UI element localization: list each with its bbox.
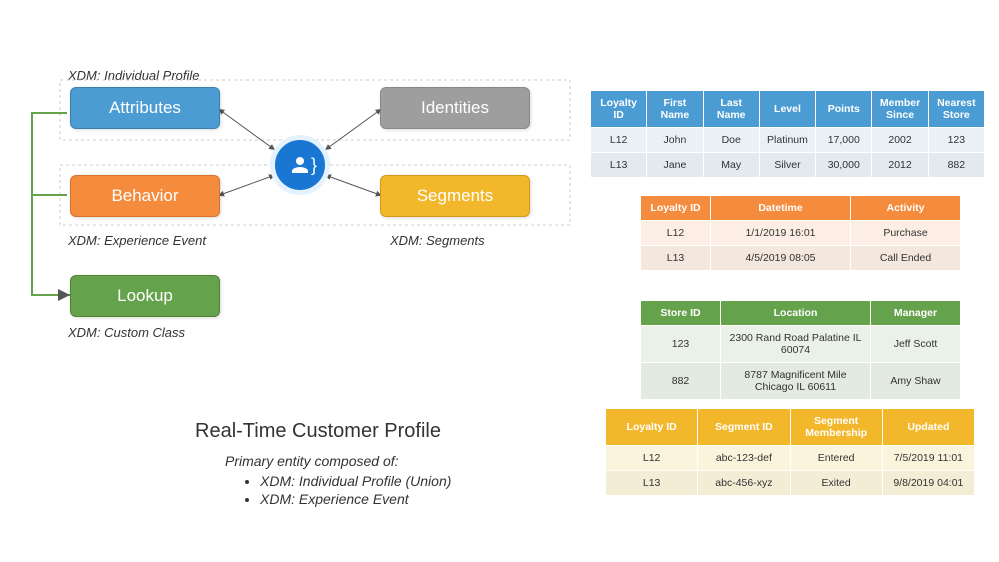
table-row: L12 abc-123-def Entered 7/5/2019 11:01 [606,446,975,471]
bullet-item: XDM: Experience Event [260,491,595,507]
box-attributes: Attributes [70,87,220,129]
box-identities-label: Identities [421,98,489,118]
page-title: Real-Time Customer Profile [195,420,595,443]
th: Updated [882,409,974,446]
table-row: L13 abc-456-xyz Exited 9/8/2019 04:01 [606,471,975,496]
box-segments: Segments [380,175,530,217]
th: Nearest Store [928,91,984,128]
th: Points [816,91,872,128]
td: 2002 [872,128,928,153]
td: Jeff Scott [871,326,961,363]
td: 17,000 [816,128,872,153]
th: Member Since [872,91,928,128]
td: Call Ended [851,246,961,271]
td: 4/5/2019 08:05 [711,246,851,271]
profile-icon: } [270,135,330,195]
td: 2012 [872,153,928,178]
label-segments: XDM: Segments [390,233,485,248]
td: May [703,153,759,178]
td: Doe [703,128,759,153]
td: L12 [641,221,711,246]
bullet-item: XDM: Individual Profile (Union) [260,473,595,489]
td: L12 [606,446,698,471]
th: Loyalty ID [641,196,711,221]
td: L13 [591,153,647,178]
table-segment: Loyalty ID Segment ID Segment Membership… [605,408,975,496]
brace-icon: } [311,155,317,176]
td: John [647,128,703,153]
td: Jane [647,153,703,178]
td: 123 [641,326,721,363]
table-row: L12 1/1/2019 16:01 Purchase [641,221,961,246]
box-lookup-label: Lookup [117,286,173,306]
td: Amy Shaw [871,363,961,400]
td: 8787 Magnificent Mile Chicago IL 60611 [721,363,871,400]
td: L12 [591,128,647,153]
td: abc-456-xyz [698,471,790,496]
th: Segment Membership [790,409,882,446]
th: Manager [871,301,961,326]
th: Loyalty ID [606,409,698,446]
table-row: L13 4/5/2019 08:05 Call Ended [641,246,961,271]
th: Activity [851,196,961,221]
table-row: 123 2300 Rand Road Palatine IL 60074 Jef… [641,326,961,363]
subtitle: Primary entity composed of: [225,453,595,469]
table-row: 882 8787 Magnificent Mile Chicago IL 606… [641,363,961,400]
th: Datetime [711,196,851,221]
th: First Name [647,91,703,128]
td: Silver [759,153,815,178]
label-custom: XDM: Custom Class [68,325,185,340]
td: 1/1/2019 16:01 [711,221,851,246]
td: L13 [641,246,711,271]
th: Location [721,301,871,326]
th: Last Name [703,91,759,128]
th: Store ID [641,301,721,326]
td: Exited [790,471,882,496]
td: L13 [606,471,698,496]
td: 123 [928,128,984,153]
diagram: Attributes Identities Behavior Segments … [20,55,580,355]
box-behavior-label: Behavior [111,186,178,206]
table-store: Store ID Location Manager 123 2300 Rand … [640,300,961,400]
td: Entered [790,446,882,471]
table-row: L13 Jane May Silver 30,000 2012 882 [591,153,985,178]
box-identities: Identities [380,87,530,129]
box-segments-label: Segments [417,186,494,206]
th: Loyalty ID [591,91,647,128]
heading-block: Real-Time Customer Profile Primary entit… [195,420,595,509]
table-activity: Loyalty ID Datetime Activity L12 1/1/201… [640,195,961,271]
table-row: L12 John Doe Platinum 17,000 2002 123 [591,128,985,153]
bullet-list: XDM: Individual Profile (Union) XDM: Exp… [260,473,595,507]
box-lookup: Lookup [70,275,220,317]
td: 9/8/2019 04:01 [882,471,974,496]
td: 7/5/2019 11:01 [882,446,974,471]
table-loyalty: Loyalty ID First Name Last Name Level Po… [590,90,985,178]
label-event: XDM: Experience Event [68,233,206,248]
td: 882 [641,363,721,400]
td: 30,000 [816,153,872,178]
td: abc-123-def [698,446,790,471]
th: Segment ID [698,409,790,446]
td: Platinum [759,128,815,153]
td: 882 [928,153,984,178]
td: Purchase [851,221,961,246]
box-attributes-label: Attributes [109,98,181,118]
box-behavior: Behavior [70,175,220,217]
th: Level [759,91,815,128]
td: 2300 Rand Road Palatine IL 60074 [721,326,871,363]
